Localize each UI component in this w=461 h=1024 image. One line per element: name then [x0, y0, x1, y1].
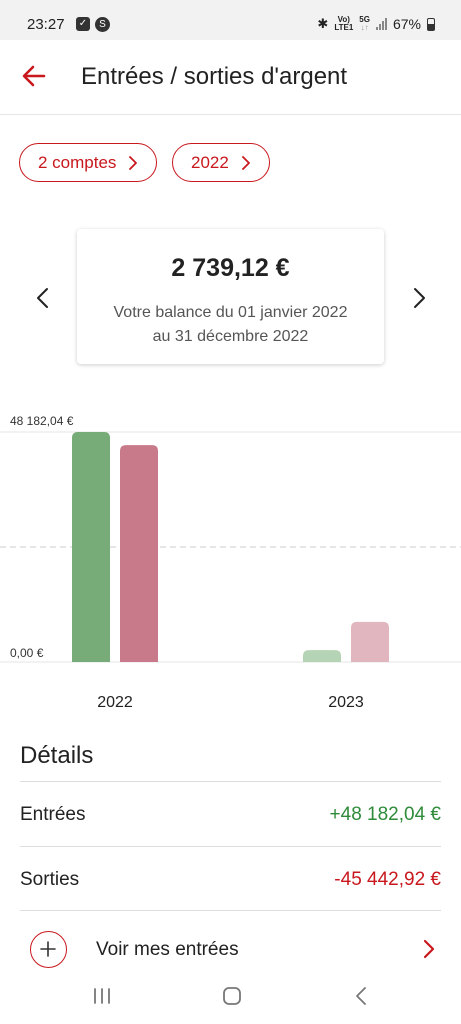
divider	[20, 910, 441, 911]
balance-amount: 2 739,12 €	[171, 254, 290, 282]
year-filter-button[interactable]: 2022	[172, 143, 270, 182]
y-tick-label-max: 48 182,04 €	[10, 414, 74, 428]
bar-entrees-2022	[72, 432, 110, 662]
voir-mes-entrees-row[interactable]: Voir mes entrées	[0, 925, 461, 973]
app-header: Entrées / sorties d'argent	[0, 40, 461, 115]
x-tick-label-2023: 2023	[328, 694, 364, 711]
details-title: Détails	[20, 742, 94, 769]
status-time: 23:27	[27, 16, 65, 33]
bar-sorties-2022	[120, 445, 158, 662]
chevron-right-icon	[241, 155, 250, 170]
year-filter-label: 2022	[191, 152, 229, 172]
recent-apps-icon[interactable]	[90, 984, 114, 1008]
y-tick-label-zero: 0,00 €	[10, 646, 44, 660]
volte-indicator: Vo) LTE1	[334, 15, 354, 32]
back-arrow-icon[interactable]	[20, 62, 48, 90]
chevron-right-icon	[423, 939, 435, 959]
chevron-right-icon	[129, 155, 138, 170]
income-row-label: Entrées	[20, 804, 86, 825]
home-icon[interactable]	[220, 984, 244, 1008]
income-expense-chart[interactable]: 48 182,04 € 0,00 € 2022 2023	[0, 405, 461, 715]
expense-row-value: -45 442,92 €	[334, 869, 441, 890]
accounts-filter-label: 2 comptes	[38, 152, 117, 172]
expense-row-label: Sorties	[20, 869, 80, 890]
notification-icons: ✓ S	[76, 17, 110, 32]
next-period-button[interactable]	[407, 286, 431, 310]
status-indicators: ✱ Vo) LTE1 5G ↓↑ 67%	[317, 16, 435, 32]
divider	[20, 846, 441, 847]
balance-card: 2 739,12 € Votre balance du 01 janvier 2…	[77, 229, 384, 364]
bluetooth-icon: ✱	[317, 16, 329, 31]
income-row-value: +48 182,04 €	[329, 804, 441, 825]
shazam-notification-icon: S	[95, 17, 110, 32]
system-navigation-bar	[0, 970, 461, 1024]
accounts-filter-button[interactable]: 2 comptes	[19, 143, 158, 182]
signal-icon	[375, 18, 387, 30]
5g-indicator: 5G ↓↑	[359, 15, 370, 32]
battery-icon	[427, 17, 435, 31]
bar-sorties-2023	[351, 621, 389, 662]
plus-circle-icon	[30, 931, 67, 968]
divider	[20, 781, 441, 782]
checkbox-notification-icon: ✓	[76, 17, 90, 31]
battery-percent: 67%	[392, 16, 421, 32]
previous-period-button[interactable]	[31, 286, 55, 310]
bar-entrees-2023	[303, 650, 341, 662]
page-title: Entrées / sorties d'argent	[81, 63, 348, 90]
x-tick-label-2022: 2022	[97, 694, 133, 711]
status-bar: 23:27 ✓ S ✱ Vo) LTE1 5G ↓↑ 67%	[0, 0, 461, 40]
voir-mes-entrees-label: Voir mes entrées	[96, 939, 239, 960]
balance-caption: Votre balance du 01 janvier 2022 au 31 d…	[113, 304, 348, 345]
back-nav-icon[interactable]	[350, 984, 374, 1008]
